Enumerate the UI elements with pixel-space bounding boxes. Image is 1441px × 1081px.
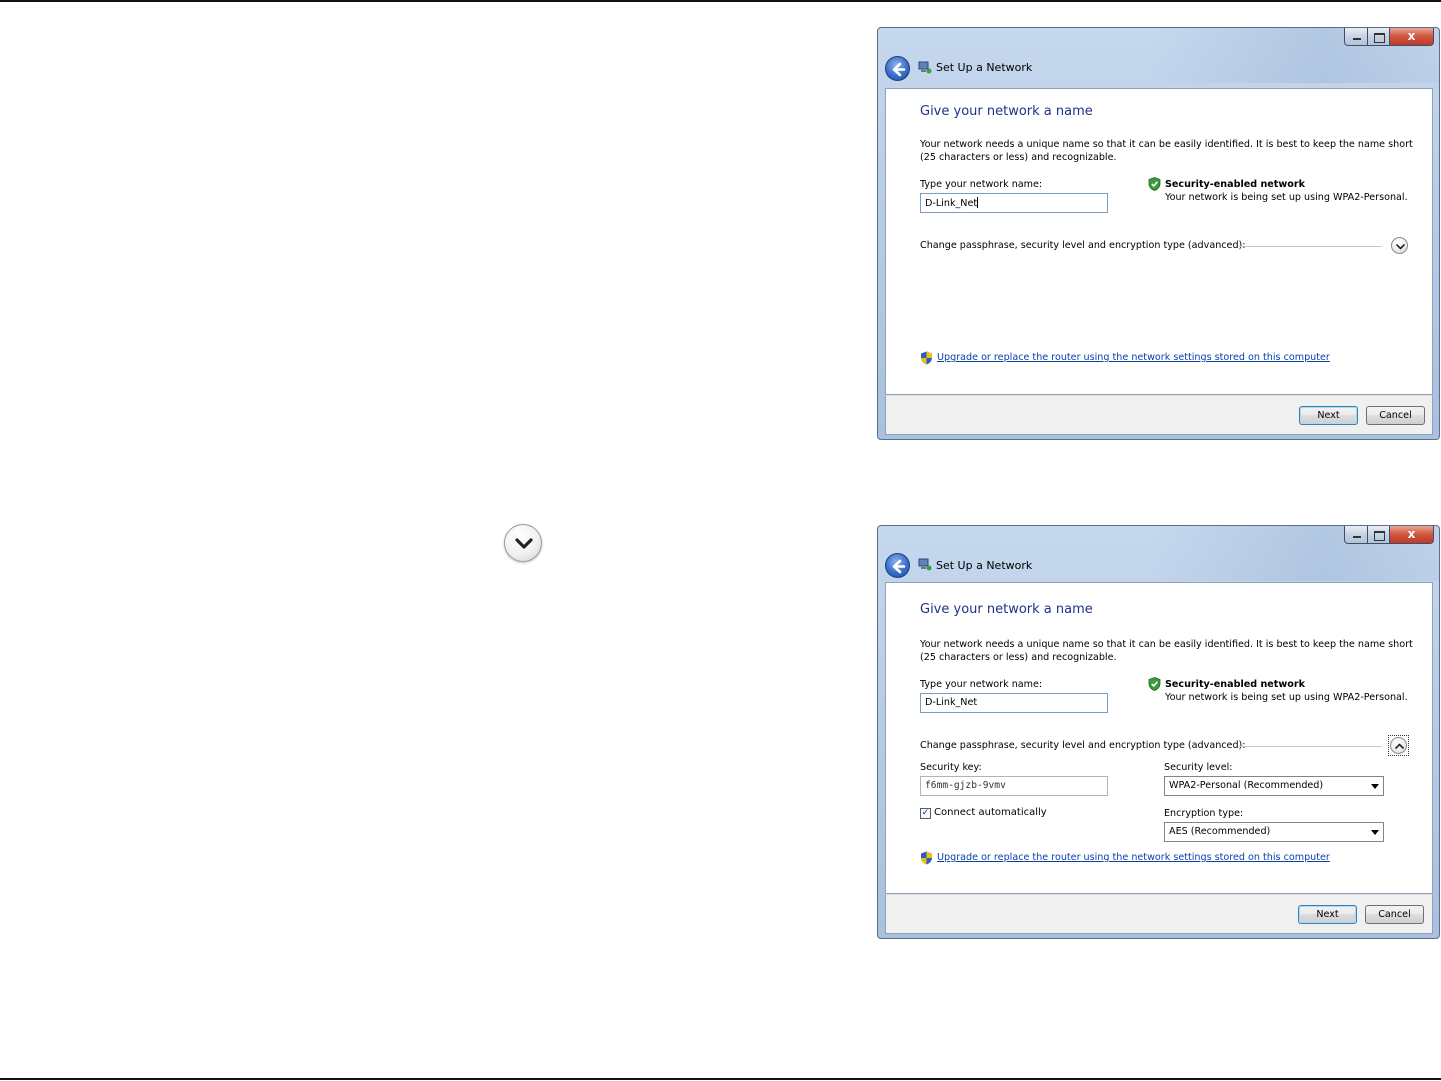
minimize-button[interactable] (1344, 526, 1368, 544)
back-arrow-icon[interactable] (885, 56, 910, 81)
chevron-down-icon (1396, 244, 1405, 250)
advanced-divider (1239, 746, 1382, 747)
next-button[interactable]: Next (1298, 905, 1357, 924)
description-text: Your network needs a unique name so that… (920, 139, 1413, 163)
security-shield-icon (1148, 177, 1161, 191)
window-controls: x (1344, 526, 1434, 544)
network-name-input[interactable]: D-Link_Net (920, 693, 1108, 713)
maximize-button[interactable] (1368, 28, 1390, 46)
dialog-footer: Next Cancel (885, 395, 1433, 435)
security-enabled-title: Security-enabled network (1165, 679, 1305, 690)
description-text: Your network needs a unique name so that… (920, 639, 1413, 663)
window-title: Set Up a Network (936, 61, 1033, 74)
dialog-content: Give your network a name Your network ne… (885, 582, 1433, 894)
dropdown-arrow-icon (1371, 830, 1379, 835)
close-button[interactable]: x (1390, 28, 1434, 46)
network-name-input[interactable]: D-Link_Net (920, 193, 1108, 213)
expand-advanced-button[interactable] (1391, 237, 1408, 254)
security-enabled-detail: Your network is being set up using WPA2-… (1165, 192, 1408, 203)
security-level-select[interactable]: WPA2-Personal (Recommended) (1164, 776, 1384, 796)
network-name-label: Type your network name: (920, 179, 1043, 190)
back-arrow-icon[interactable] (885, 553, 910, 578)
advanced-settings-label: Change passphrase, security level and en… (920, 240, 1246, 251)
cancel-button[interactable]: Cancel (1366, 406, 1425, 425)
dialog-footer: Next Cancel (885, 894, 1433, 934)
security-shield-icon (1148, 677, 1161, 691)
connect-automatically-checkbox[interactable]: ✓ (920, 808, 931, 819)
advanced-divider (1239, 246, 1382, 247)
uac-shield-icon (921, 351, 932, 365)
security-enabled-detail: Your network is being set up using WPA2-… (1165, 692, 1408, 703)
setup-network-dialog-expanded: x Set Up a Network Give your network a n… (877, 525, 1440, 939)
upgrade-router-link[interactable]: Upgrade or replace the router using the … (937, 852, 1330, 863)
close-button[interactable]: x (1390, 526, 1434, 544)
network-name-label: Type your network name: (920, 679, 1043, 690)
network-icon (918, 61, 932, 74)
uac-shield-icon (921, 851, 932, 865)
encryption-type-select[interactable]: AES (Recommended) (1164, 822, 1384, 842)
advanced-settings-label: Change passphrase, security level and en… (920, 740, 1246, 751)
minimize-button[interactable] (1344, 28, 1368, 46)
upgrade-router-link[interactable]: Upgrade or replace the router using the … (937, 352, 1330, 363)
encryption-type-label: Encryption type: (1164, 808, 1244, 819)
expand-chevron-icon (504, 524, 542, 562)
dialog-content: Give your network a name Your network ne… (885, 88, 1433, 395)
network-icon (918, 558, 932, 571)
cancel-button[interactable]: Cancel (1365, 905, 1424, 924)
window-title: Set Up a Network (936, 559, 1033, 572)
setup-network-dialog-collapsed: x Set Up a Network Give your network a n… (877, 27, 1440, 440)
window-controls: x (1344, 28, 1434, 46)
collapse-advanced-button[interactable] (1390, 737, 1407, 754)
maximize-button[interactable] (1368, 526, 1390, 544)
next-button[interactable]: Next (1299, 406, 1358, 425)
security-enabled-title: Security-enabled network (1165, 179, 1305, 190)
chevron-up-icon (1395, 743, 1404, 749)
security-key-label: Security key: (920, 762, 982, 773)
security-level-label: Security level: (1164, 762, 1233, 773)
page-heading: Give your network a name (920, 602, 1093, 617)
bottom-rule (0, 1078, 1441, 1080)
page-heading: Give your network a name (920, 104, 1093, 119)
connect-automatically-label: Connect automatically (934, 807, 1047, 818)
dropdown-arrow-icon (1371, 784, 1379, 789)
top-rule (0, 0, 1441, 2)
security-key-input[interactable]: f6mm-gjzb-9vmv (920, 776, 1108, 796)
